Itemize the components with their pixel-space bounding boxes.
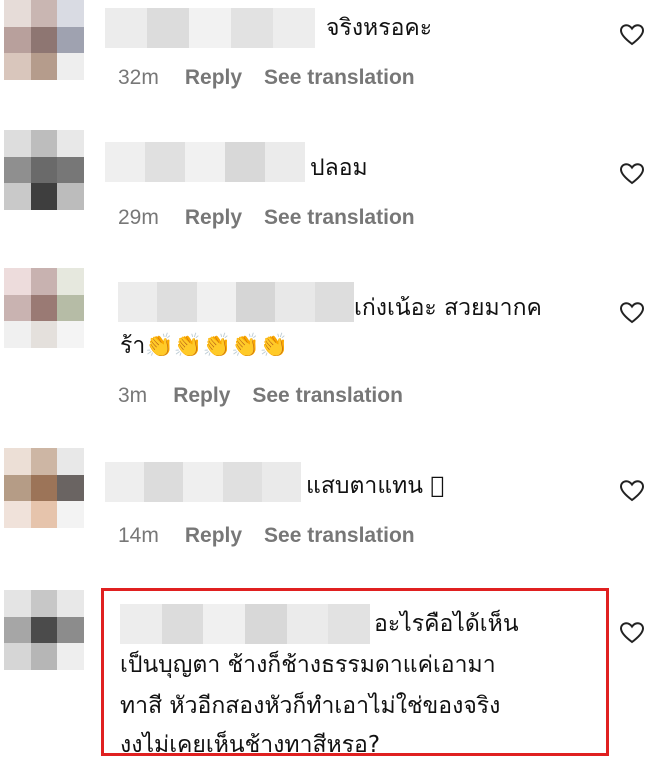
avatar[interactable]	[4, 268, 84, 348]
comment-text-line-2: เป็นบุญตา ช้างก็ช้างธรรมดาแค่เอามา	[120, 652, 496, 678]
timestamp: 14m	[118, 524, 159, 547]
comment-meta: 3m Reply See translation	[118, 384, 403, 408]
timestamp: 29m	[118, 206, 159, 229]
see-translation-button[interactable]: See translation	[264, 66, 415, 90]
timestamp: 3m	[118, 384, 148, 407]
username[interactable]	[105, 462, 302, 502]
heart-outline-icon[interactable]	[620, 622, 644, 644]
reply-button[interactable]: Reply	[185, 66, 242, 90]
username[interactable]	[120, 604, 371, 644]
comment-text: แสบตาแทน ⃞	[306, 473, 445, 499]
reply-button[interactable]: Reply	[185, 206, 242, 230]
comment-meta: 29m Reply See translation	[118, 206, 415, 230]
heart-outline-icon[interactable]	[620, 163, 644, 185]
see-translation-button[interactable]: See translation	[264, 524, 415, 548]
avatar[interactable]	[4, 0, 84, 80]
comment-text-line-3: ทาสี หัวอีกสองหัวก็ทำเอาไม่ใช่ของจริง	[120, 693, 501, 719]
heart-outline-icon[interactable]	[620, 302, 644, 324]
comment-text-line-1: เก่งเน้อะ สวยมากค	[354, 295, 542, 321]
comment-meta: 14m Reply See translation	[118, 524, 415, 548]
comment-meta: 32m Reply See translation	[118, 66, 415, 90]
comment-text-line-1: อะไรคือได้เห็น	[374, 611, 519, 637]
heart-outline-icon[interactable]	[620, 480, 644, 502]
avatar[interactable]	[4, 130, 84, 210]
comment-text-line-4: งงไม่เคยเห็นช้างทาสีหรอ?	[120, 732, 381, 758]
heart-outline-icon[interactable]	[620, 24, 644, 46]
username[interactable]	[105, 142, 305, 182]
reply-button[interactable]: Reply	[173, 384, 230, 408]
comment-text: จริงหรอคะ	[326, 15, 433, 41]
timestamp: 32m	[118, 66, 159, 89]
comment-text: ปลอม	[310, 155, 368, 181]
avatar[interactable]	[4, 590, 84, 670]
avatar[interactable]	[4, 448, 84, 528]
see-translation-button[interactable]: See translation	[264, 206, 415, 230]
username[interactable]	[105, 8, 315, 48]
reply-button[interactable]: Reply	[185, 524, 242, 548]
see-translation-button[interactable]: See translation	[252, 384, 403, 408]
username[interactable]	[118, 282, 354, 322]
comment-text-line-2: ร้า👏👏👏👏👏	[120, 333, 289, 359]
